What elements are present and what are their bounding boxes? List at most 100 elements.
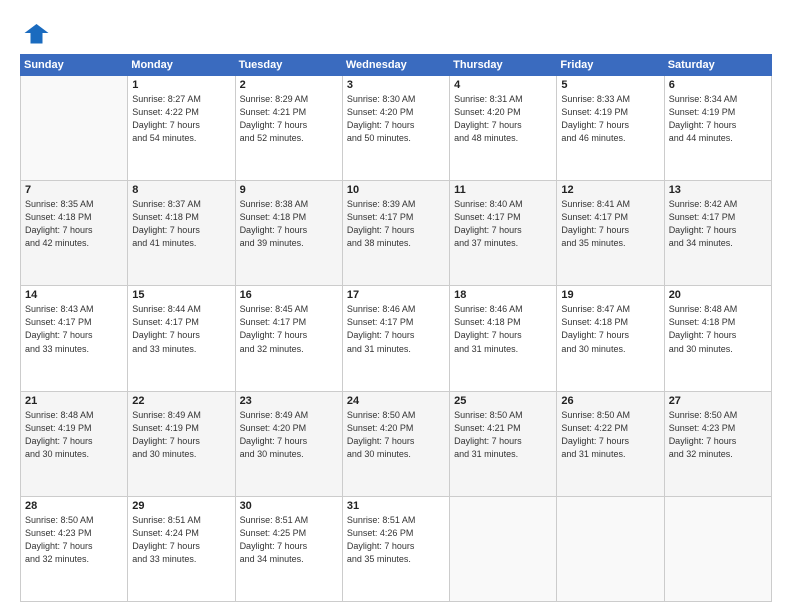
week-row-0: 1Sunrise: 8:27 AM Sunset: 4:22 PM Daylig…	[21, 76, 772, 181]
day-info: Sunrise: 8:40 AM Sunset: 4:17 PM Dayligh…	[454, 198, 552, 250]
day-number: 22	[132, 395, 230, 407]
day-cell: 11 Sunrise: 8:40 AM Sunset: 4:17 PM Dayli…	[450, 181, 557, 286]
week-row-1: 7Sunrise: 8:35 AM Sunset: 4:18 PM Daylig…	[21, 181, 772, 286]
header-day-wednesday: Wednesday	[342, 55, 449, 76]
day-cell	[557, 496, 664, 601]
day-info: Sunrise: 8:44 AM Sunset: 4:17 PM Dayligh…	[132, 303, 230, 355]
day-info: Sunrise: 8:29 AM Sunset: 4:21 PM Dayligh…	[240, 93, 338, 145]
day-number: 4	[454, 79, 552, 91]
day-cell: 1Sunrise: 8:27 AM Sunset: 4:22 PM Daylig…	[128, 76, 235, 181]
day-info: Sunrise: 8:38 AM Sunset: 4:18 PM Dayligh…	[240, 198, 338, 250]
logo	[20, 18, 54, 48]
day-cell: 6 Sunrise: 8:34 AM Sunset: 4:19 PM Daylig…	[664, 76, 771, 181]
day-number: 18	[454, 289, 552, 301]
day-number: 16	[240, 289, 338, 301]
day-cell: 28Sunrise: 8:50 AM Sunset: 4:23 PM Dayli…	[21, 496, 128, 601]
day-cell: 8 Sunrise: 8:37 AM Sunset: 4:18 PM Daylig…	[128, 181, 235, 286]
day-cell: 9 Sunrise: 8:38 AM Sunset: 4:18 PM Daylig…	[235, 181, 342, 286]
day-number: 3	[347, 79, 445, 91]
week-row-3: 21 Sunrise: 8:48 AM Sunset: 4:19 PM Dayli…	[21, 391, 772, 496]
header-row: SundayMondayTuesdayWednesdayThursdayFrid…	[21, 55, 772, 76]
day-cell: 4 Sunrise: 8:31 AM Sunset: 4:20 PM Daylig…	[450, 76, 557, 181]
day-cell: 24 Sunrise: 8:50 AM Sunset: 4:20 PM Dayli…	[342, 391, 449, 496]
day-info: Sunrise: 8:48 AM Sunset: 4:19 PM Dayligh…	[25, 409, 123, 461]
day-cell: 5Sunrise: 8:33 AM Sunset: 4:19 PM Daylig…	[557, 76, 664, 181]
day-cell: 23 Sunrise: 8:49 AM Sunset: 4:20 PM Dayli…	[235, 391, 342, 496]
day-info: Sunrise: 8:50 AM Sunset: 4:20 PM Dayligh…	[347, 409, 445, 461]
header	[20, 18, 772, 48]
day-info: Sunrise: 8:42 AM Sunset: 4:17 PM Dayligh…	[669, 198, 767, 250]
day-number: 27	[669, 395, 767, 407]
day-number: 31	[347, 500, 445, 512]
day-cell	[450, 496, 557, 601]
day-info: Sunrise: 8:37 AM Sunset: 4:18 PM Dayligh…	[132, 198, 230, 250]
day-number: 19	[561, 289, 659, 301]
day-info: Sunrise: 8:41 AM Sunset: 4:17 PM Dayligh…	[561, 198, 659, 250]
day-cell: 10 Sunrise: 8:39 AM Sunset: 4:17 PM Dayli…	[342, 181, 449, 286]
day-cell: 27 Sunrise: 8:50 AM Sunset: 4:23 PM Dayli…	[664, 391, 771, 496]
day-info: Sunrise: 8:34 AM Sunset: 4:19 PM Dayligh…	[669, 93, 767, 145]
day-number: 29	[132, 500, 230, 512]
day-number: 28	[25, 500, 123, 512]
day-info: Sunrise: 8:27 AM Sunset: 4:22 PM Dayligh…	[132, 93, 230, 145]
week-row-4: 28Sunrise: 8:50 AM Sunset: 4:23 PM Dayli…	[21, 496, 772, 601]
day-info: Sunrise: 8:49 AM Sunset: 4:19 PM Dayligh…	[132, 409, 230, 461]
day-info: Sunrise: 8:46 AM Sunset: 4:17 PM Dayligh…	[347, 303, 445, 355]
day-number: 26	[561, 395, 659, 407]
day-number: 25	[454, 395, 552, 407]
day-info: Sunrise: 8:30 AM Sunset: 4:20 PM Dayligh…	[347, 93, 445, 145]
day-number: 14	[25, 289, 123, 301]
header-day-saturday: Saturday	[664, 55, 771, 76]
day-cell: 15Sunrise: 8:44 AM Sunset: 4:17 PM Dayli…	[128, 286, 235, 391]
day-cell: 19 Sunrise: 8:47 AM Sunset: 4:18 PM Dayli…	[557, 286, 664, 391]
day-cell: 25 Sunrise: 8:50 AM Sunset: 4:21 PM Dayli…	[450, 391, 557, 496]
day-info: Sunrise: 8:35 AM Sunset: 4:18 PM Dayligh…	[25, 198, 123, 250]
day-number: 24	[347, 395, 445, 407]
calendar: SundayMondayTuesdayWednesdayThursdayFrid…	[20, 54, 772, 602]
day-cell	[21, 76, 128, 181]
day-number: 8	[132, 184, 230, 196]
day-cell: 2 Sunrise: 8:29 AM Sunset: 4:21 PM Daylig…	[235, 76, 342, 181]
day-cell: 7Sunrise: 8:35 AM Sunset: 4:18 PM Daylig…	[21, 181, 128, 286]
day-info: Sunrise: 8:31 AM Sunset: 4:20 PM Dayligh…	[454, 93, 552, 145]
day-number: 10	[347, 184, 445, 196]
day-number: 9	[240, 184, 338, 196]
day-info: Sunrise: 8:39 AM Sunset: 4:17 PM Dayligh…	[347, 198, 445, 250]
week-row-2: 14 Sunrise: 8:43 AM Sunset: 4:17 PM Dayli…	[21, 286, 772, 391]
day-cell: 17 Sunrise: 8:46 AM Sunset: 4:17 PM Dayli…	[342, 286, 449, 391]
day-cell: 20Sunrise: 8:48 AM Sunset: 4:18 PM Dayli…	[664, 286, 771, 391]
day-number: 13	[669, 184, 767, 196]
day-info: Sunrise: 8:47 AM Sunset: 4:18 PM Dayligh…	[561, 303, 659, 355]
day-info: Sunrise: 8:50 AM Sunset: 4:23 PM Dayligh…	[669, 409, 767, 461]
day-info: Sunrise: 8:49 AM Sunset: 4:20 PM Dayligh…	[240, 409, 338, 461]
day-cell: 18 Sunrise: 8:46 AM Sunset: 4:18 PM Dayli…	[450, 286, 557, 391]
day-cell: 14 Sunrise: 8:43 AM Sunset: 4:17 PM Dayli…	[21, 286, 128, 391]
day-number: 23	[240, 395, 338, 407]
day-number: 21	[25, 395, 123, 407]
day-info: Sunrise: 8:43 AM Sunset: 4:17 PM Dayligh…	[25, 303, 123, 355]
day-number: 17	[347, 289, 445, 301]
day-info: Sunrise: 8:48 AM Sunset: 4:18 PM Dayligh…	[669, 303, 767, 355]
day-info: Sunrise: 8:45 AM Sunset: 4:17 PM Dayligh…	[240, 303, 338, 355]
day-cell: 21 Sunrise: 8:48 AM Sunset: 4:19 PM Dayli…	[21, 391, 128, 496]
day-info: Sunrise: 8:46 AM Sunset: 4:18 PM Dayligh…	[454, 303, 552, 355]
day-number: 11	[454, 184, 552, 196]
day-number: 12	[561, 184, 659, 196]
day-number: 5	[561, 79, 659, 91]
header-day-tuesday: Tuesday	[235, 55, 342, 76]
day-cell: 13 Sunrise: 8:42 AM Sunset: 4:17 PM Dayli…	[664, 181, 771, 286]
header-day-friday: Friday	[557, 55, 664, 76]
day-number: 30	[240, 500, 338, 512]
day-info: Sunrise: 8:50 AM Sunset: 4:21 PM Dayligh…	[454, 409, 552, 461]
page: SundayMondayTuesdayWednesdayThursdayFrid…	[0, 0, 792, 612]
header-day-thursday: Thursday	[450, 55, 557, 76]
day-cell: 12 Sunrise: 8:41 AM Sunset: 4:17 PM Dayli…	[557, 181, 664, 286]
header-day-sunday: Sunday	[21, 55, 128, 76]
day-info: Sunrise: 8:51 AM Sunset: 4:24 PM Dayligh…	[132, 514, 230, 566]
day-number: 2	[240, 79, 338, 91]
day-cell: 22 Sunrise: 8:49 AM Sunset: 4:19 PM Dayli…	[128, 391, 235, 496]
day-number: 6	[669, 79, 767, 91]
day-cell: 29 Sunrise: 8:51 AM Sunset: 4:24 PM Dayli…	[128, 496, 235, 601]
day-cell: 30Sunrise: 8:51 AM Sunset: 4:25 PM Dayli…	[235, 496, 342, 601]
day-cell: 3 Sunrise: 8:30 AM Sunset: 4:20 PM Daylig…	[342, 76, 449, 181]
